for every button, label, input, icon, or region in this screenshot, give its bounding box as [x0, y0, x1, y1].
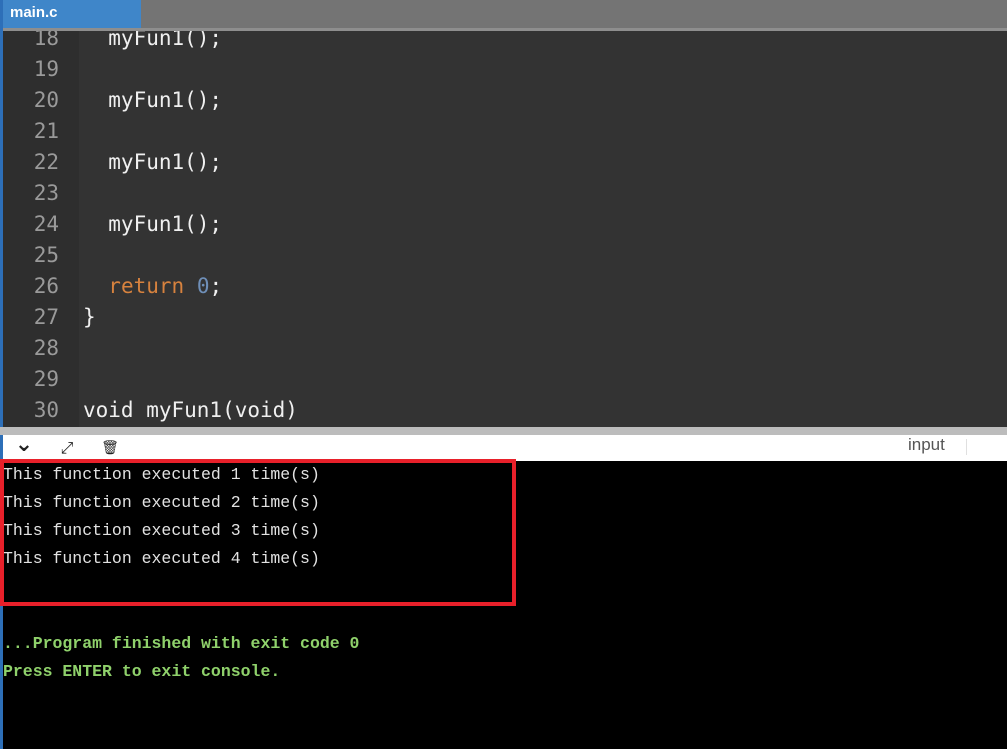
code-line: 28 [3, 333, 1007, 364]
press-enter-line: Press ENTER to exit console. [3, 662, 281, 681]
console-toolbar: ⌄ ⤢ 🗑 input [3, 434, 1007, 461]
code-line: 25 [3, 240, 1007, 271]
panel-splitter[interactable] [0, 427, 1007, 435]
code-line: 20 myFun1(); [3, 85, 1007, 116]
keyword-return: return [108, 274, 185, 298]
line-number: 30 [33, 398, 59, 422]
tab-bar: main.c [0, 0, 1007, 28]
number-literal: 0 [196, 274, 210, 298]
exit-status-line: ...Program finished with exit code 0 [3, 634, 360, 653]
line-number: 23 [33, 181, 59, 205]
code-text: myFun1(); [83, 88, 223, 112]
code-line: 22 myFun1(); [3, 147, 1007, 178]
line-number: 24 [33, 212, 59, 236]
line-number: 21 [33, 119, 59, 143]
code-line: 29 [3, 364, 1007, 395]
clear-console-icon[interactable]: 🗑 [99, 438, 121, 458]
code-text: void myFun1(void) [83, 398, 298, 422]
line-number: 25 [33, 243, 59, 267]
line-number: 18 [33, 31, 59, 50]
line-number: 22 [33, 150, 59, 174]
tab-main-c[interactable]: main.c [0, 0, 141, 28]
chevron-down-icon[interactable]: ⌄ [13, 434, 35, 458]
code-line: 26 return 0; [3, 271, 1007, 302]
code-line: 23 [3, 178, 1007, 209]
code-text: return 0; [83, 271, 222, 302]
code-line: 27 } [3, 302, 1007, 333]
semicolon: ; [209, 274, 223, 298]
line-number: 19 [33, 57, 59, 81]
line-number: 26 [33, 274, 59, 298]
code-line: 18 myFun1(); [3, 31, 1007, 54]
code-text: myFun1(); [83, 212, 223, 236]
code-text: } [83, 305, 96, 329]
toolbar-separator [966, 439, 967, 455]
code-line: 19 [3, 54, 1007, 85]
line-number: 29 [33, 367, 59, 391]
input-tab[interactable]: input [908, 435, 945, 455]
expand-arrows-icon[interactable]: ⤢ [56, 438, 78, 458]
line-number: 27 [33, 305, 59, 329]
code-line: 24 myFun1(); [3, 209, 1007, 240]
code-text: myFun1(); [83, 31, 223, 50]
line-number: 28 [33, 336, 59, 360]
code-line: 21 [3, 116, 1007, 147]
code-editor[interactable]: 18 myFun1(); 19 20 myFun1(); 21 22 myFun… [3, 31, 1007, 427]
code-line: 30 void myFun1(void) [3, 395, 1007, 426]
code-text: myFun1(); [83, 150, 223, 174]
line-number: 20 [33, 88, 59, 112]
output-highlight-box [0, 459, 516, 606]
